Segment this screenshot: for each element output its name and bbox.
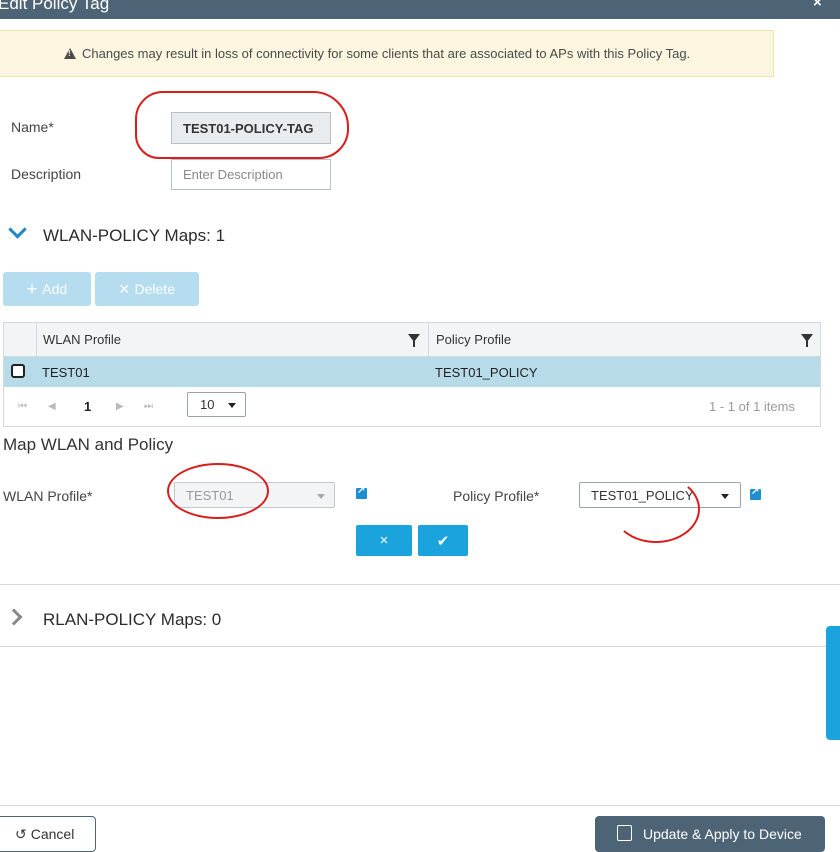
divider xyxy=(0,646,840,647)
divider xyxy=(0,584,840,585)
undo-icon: ↺ xyxy=(15,825,27,842)
x-icon: × xyxy=(119,278,130,299)
page-size-select[interactable]: 10 xyxy=(187,392,246,417)
filter-icon[interactable] xyxy=(801,334,813,347)
scrollbar-thumb[interactable] xyxy=(826,626,840,740)
plus-icon: + xyxy=(26,278,38,299)
table-row[interactable]: TEST01 TEST01_POLICY xyxy=(4,357,820,387)
annotation-circle-wlan xyxy=(167,463,269,519)
description-label: Description xyxy=(11,166,82,182)
dialog-header: Edit Policy Tag × xyxy=(0,0,840,19)
close-icon: × xyxy=(379,532,389,549)
wlan-profile-label: WLAN Profile* xyxy=(3,488,93,504)
cell-policy-profile: TEST01_POLICY xyxy=(435,364,538,380)
caret-down-icon xyxy=(721,494,729,499)
cancel-label: Cancel xyxy=(30,826,75,842)
grid-header: WLAN Profile Policy Profile xyxy=(4,323,820,357)
chevron-down-icon[interactable] xyxy=(8,220,27,239)
wlan-policy-grid: WLAN Profile Policy Profile TEST01 TEST0… xyxy=(3,322,821,427)
add-button[interactable]: + Add xyxy=(3,272,91,306)
annotation-circle-policy xyxy=(612,475,700,543)
external-link-icon[interactable] xyxy=(356,485,367,499)
cancel-map-button[interactable]: × xyxy=(356,525,412,556)
update-label: Update & Apply to Device xyxy=(643,826,802,842)
external-link-icon[interactable] xyxy=(750,486,761,500)
policy-profile-label: Policy Profile* xyxy=(453,488,540,504)
delete-button[interactable]: × Delete xyxy=(95,272,199,306)
rlan-section-title[interactable]: RLAN-POLICY Maps: 0 xyxy=(43,610,221,630)
annotation-circle-name xyxy=(135,91,349,159)
next-page-icon[interactable]: ▶ xyxy=(116,401,124,412)
last-page-icon[interactable]: ⏭ xyxy=(144,401,153,412)
row-checkbox[interactable] xyxy=(11,364,25,378)
confirm-map-button[interactable]: ✔ xyxy=(418,525,468,556)
page-size-value: 10 xyxy=(200,397,215,412)
warning-text: Changes may result in loss of connectivi… xyxy=(82,46,691,61)
current-page[interactable]: 1 xyxy=(84,399,91,414)
first-page-icon[interactable]: ⏮ xyxy=(18,401,27,412)
wlan-section-title[interactable]: WLAN-POLICY Maps: 1 xyxy=(43,226,225,246)
name-label: Name* xyxy=(11,119,54,135)
map-section-title: Map WLAN and Policy xyxy=(3,435,174,454)
check-icon: ✔ xyxy=(436,532,450,550)
warning-icon xyxy=(64,48,76,59)
chevron-right-icon[interactable] xyxy=(5,608,23,626)
description-placeholder: Enter Description xyxy=(183,167,283,182)
description-input[interactable]: Enter Description xyxy=(171,159,331,190)
cell-wlan-profile: TEST01 xyxy=(42,364,90,380)
pager-info: 1 - 1 of 1 items xyxy=(709,399,795,414)
caret-down-icon xyxy=(317,494,325,499)
prev-page-icon[interactable]: ◀ xyxy=(48,401,56,412)
cancel-button[interactable]: ↺ Cancel xyxy=(0,816,96,852)
column-header-wlan-profile[interactable]: WLAN Profile xyxy=(43,323,121,356)
update-apply-button[interactable]: Update & Apply to Device xyxy=(595,816,825,852)
dialog-title: Edit Policy Tag xyxy=(0,0,110,13)
filter-icon[interactable] xyxy=(408,334,420,347)
caret-down-icon xyxy=(228,403,236,408)
save-icon xyxy=(617,825,632,841)
warning-banner: Changes may result in loss of connectivi… xyxy=(0,30,774,77)
grid-pager: ⏮ ◀ 1 ▶ ⏭ 10 1 - 1 of 1 items xyxy=(4,387,820,427)
column-header-policy-profile[interactable]: Policy Profile xyxy=(436,323,511,356)
close-icon[interactable]: × xyxy=(813,0,822,11)
delete-label: Delete xyxy=(134,281,175,297)
add-label: Add xyxy=(42,281,68,297)
